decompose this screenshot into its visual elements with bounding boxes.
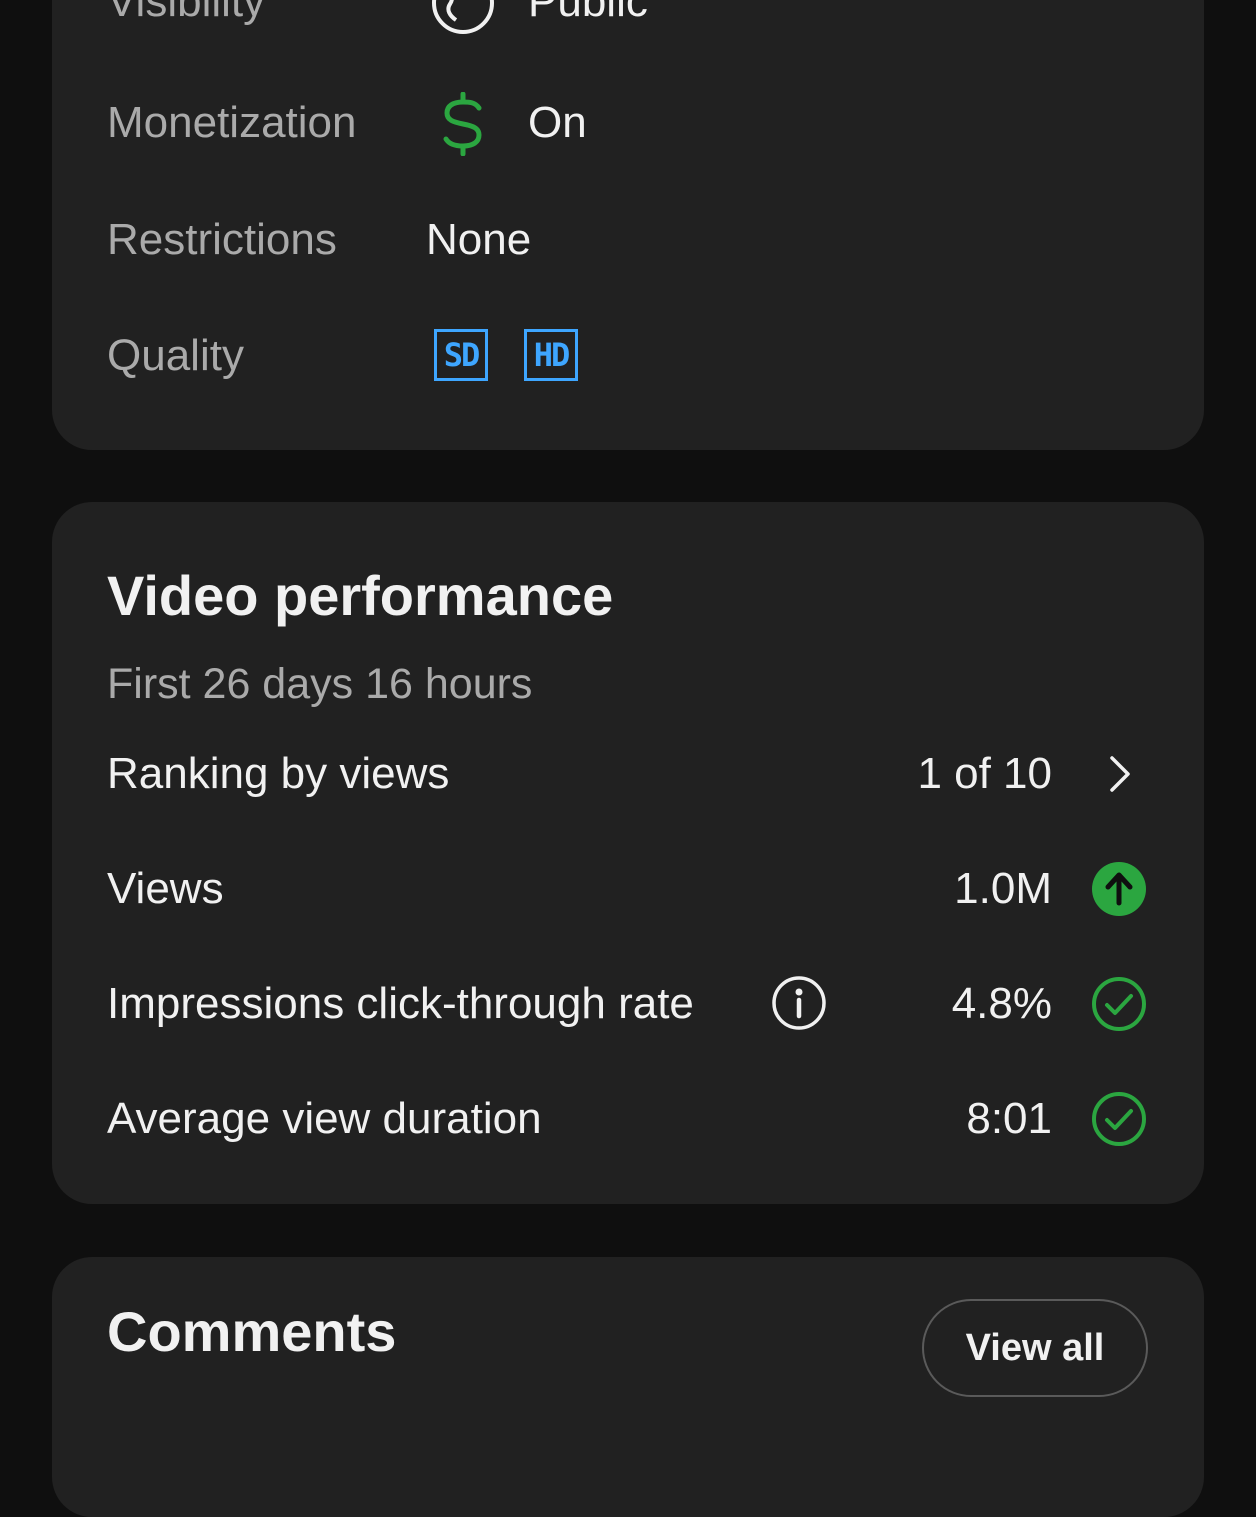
video-performance-title: Video performance: [107, 564, 614, 627]
sd-quality-badge: SD: [434, 329, 488, 381]
restrictions-value: None: [426, 215, 532, 264]
quality-label: Quality: [107, 331, 244, 380]
view-all-comments-button[interactable]: View all: [922, 1299, 1148, 1397]
info-icon[interactable]: [770, 974, 828, 1032]
visibility-label: Visibility: [107, 0, 266, 26]
ranking-value: 1 of 10: [917, 749, 1052, 798]
impressions-ctr-value: 4.8%: [951, 979, 1052, 1028]
check-circle-icon: [1090, 1090, 1148, 1148]
ranking-by-views-row[interactable]: Ranking by views 1 of 10: [52, 724, 1204, 824]
comments-card: Comments View all: [52, 1257, 1204, 1517]
check-circle-icon: [1090, 975, 1148, 1033]
chevron-right-icon: [1100, 752, 1140, 796]
monetization-label: Monetization: [107, 98, 357, 147]
visibility-value: Public: [528, 0, 648, 26]
globe-icon: [430, 0, 496, 36]
impressions-ctr-label: Impressions click-through rate: [107, 979, 694, 1028]
restrictions-label: Restrictions: [107, 215, 337, 264]
video-details-card: Visibility Public Monetization On Restri…: [52, 0, 1204, 450]
dollar-icon: [437, 92, 489, 156]
views-value: 1.0M: [954, 864, 1052, 913]
ranking-label: Ranking by views: [107, 749, 450, 798]
average-view-duration-label: Average view duration: [107, 1094, 542, 1143]
arrow-up-circle-icon: [1090, 860, 1148, 918]
hd-quality-badge: HD: [524, 329, 578, 381]
performance-period-subtitle: First 26 days 16 hours: [107, 660, 533, 708]
comments-title: Comments: [107, 1300, 397, 1363]
video-performance-card: Video performance First 26 days 16 hours…: [52, 502, 1204, 1204]
monetization-value: On: [528, 98, 587, 147]
average-view-duration-value: 8:01: [966, 1094, 1052, 1143]
views-label: Views: [107, 864, 224, 913]
